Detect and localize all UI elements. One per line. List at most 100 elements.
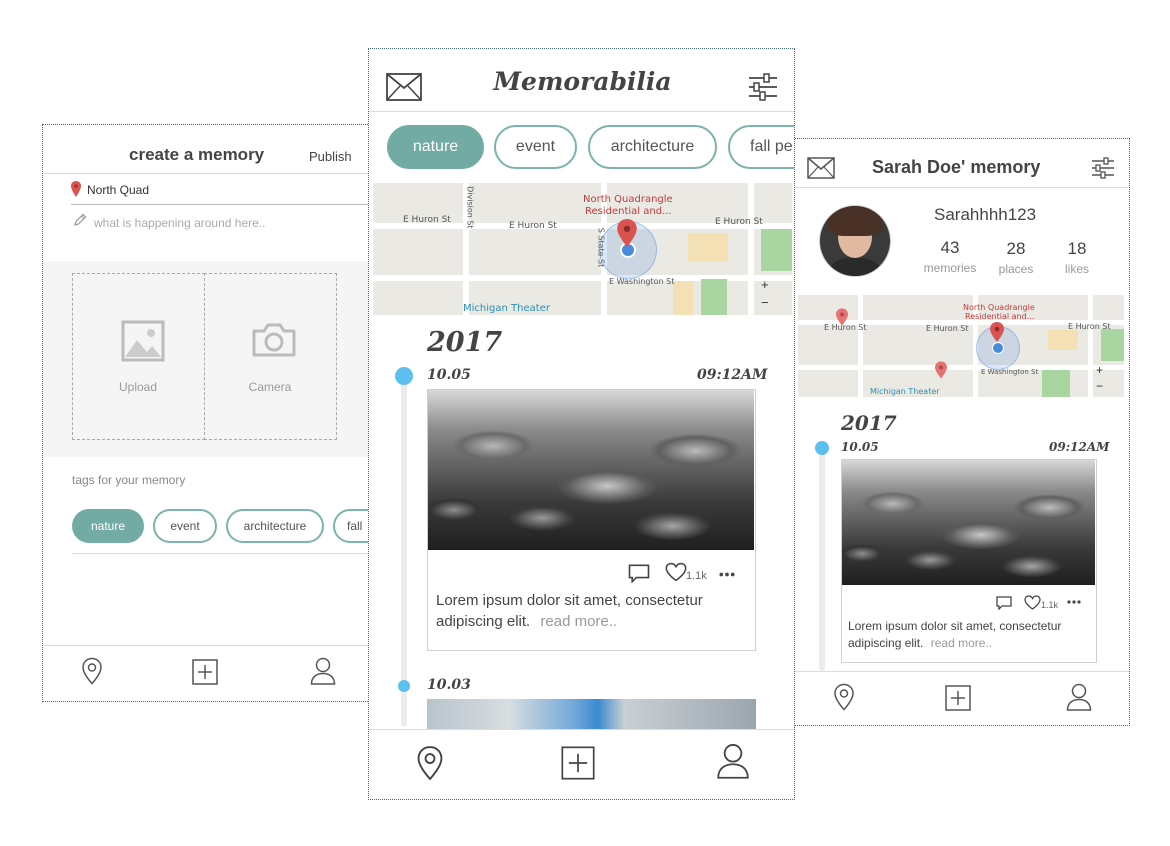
map-pin-icon[interactable] bbox=[81, 657, 103, 685]
upload-button[interactable]: Upload bbox=[72, 273, 205, 440]
add-icon[interactable] bbox=[192, 659, 218, 685]
tag-nature[interactable]: nature bbox=[387, 125, 484, 169]
app-title: Memorabilia bbox=[493, 67, 672, 96]
timeline-dot bbox=[395, 367, 413, 385]
tag-event[interactable]: event bbox=[494, 125, 577, 169]
map-poi-line1: North Quadrangle bbox=[963, 303, 1035, 312]
location-field[interactable]: North Quad bbox=[87, 183, 149, 197]
map-street-label: E Washington St bbox=[981, 368, 1039, 376]
timeline-line bbox=[819, 445, 825, 671]
page-title: Sarah Doe' memory bbox=[872, 157, 1041, 177]
header-divider bbox=[794, 187, 1129, 188]
map-poi-line2: Residential and... bbox=[585, 206, 672, 217]
read-more-link[interactable]: read more.. bbox=[931, 636, 992, 650]
create-memory-screen: create a memory Publish North Quad what … bbox=[42, 124, 370, 702]
map-street-label: E Huron St bbox=[926, 324, 969, 333]
stat-memories-value: 43 bbox=[940, 238, 960, 257]
heart-icon[interactable] bbox=[1024, 595, 1041, 610]
post-date: 10.05 bbox=[427, 367, 471, 383]
tag-nature[interactable]: nature bbox=[72, 509, 144, 543]
map-view[interactable]: E Huron St E Huron St E Huron St E Washi… bbox=[798, 295, 1124, 397]
year-heading: 2017 bbox=[841, 411, 897, 435]
memory-card[interactable]: 1.1k Lorem ipsum dolor sit amet, consect… bbox=[427, 389, 756, 651]
tags-divider bbox=[72, 553, 369, 554]
stat-likes-value: 18 bbox=[1067, 239, 1087, 258]
tag-fall[interactable]: fall bbox=[333, 509, 369, 543]
camera-label: Camera bbox=[248, 380, 292, 394]
add-icon[interactable] bbox=[561, 746, 595, 780]
memory-card[interactable]: 1.1k Lorem ipsum dolor sit amet, consect… bbox=[841, 459, 1097, 663]
memory-photo bbox=[427, 699, 756, 729]
zoom-in-button[interactable]: + bbox=[1096, 363, 1103, 377]
comment-icon[interactable] bbox=[996, 596, 1012, 610]
post-date: 10.03 bbox=[427, 677, 471, 693]
zoom-out-button[interactable]: − bbox=[1096, 379, 1103, 393]
image-icon bbox=[121, 320, 165, 362]
memory-photo bbox=[428, 390, 754, 550]
post-text: Lorem ipsum dolor sit amet, consectetur … bbox=[848, 618, 1092, 652]
description-input[interactable]: what is happening around here.. bbox=[94, 216, 265, 230]
sliders-icon[interactable] bbox=[749, 73, 777, 101]
post-time: 09:12AM bbox=[697, 367, 768, 383]
map-view[interactable]: E Huron St E Huron St E Huron St E Washi… bbox=[373, 183, 792, 315]
map-street-label: E Washington St bbox=[609, 277, 675, 286]
map-pin-icon[interactable] bbox=[617, 219, 637, 247]
post-date: 10.05 bbox=[841, 440, 879, 454]
map-street-label: E Huron St bbox=[1068, 322, 1111, 331]
camera-button[interactable]: Camera bbox=[204, 273, 337, 440]
location-divider bbox=[71, 204, 369, 205]
pencil-icon bbox=[73, 213, 87, 227]
year-heading: 2017 bbox=[427, 327, 503, 358]
map-street-label: Michigan Theater bbox=[463, 303, 550, 314]
tag-event[interactable]: event bbox=[153, 509, 217, 543]
nav-divider bbox=[43, 645, 369, 646]
likes-count: 1.1k bbox=[686, 570, 707, 582]
map-poi-line1: North Quadrangle bbox=[583, 194, 673, 205]
tag-fall[interactable]: fall pe bbox=[728, 125, 794, 169]
map-pin-icon[interactable] bbox=[935, 361, 947, 379]
heart-icon[interactable] bbox=[665, 562, 687, 582]
profile-icon[interactable] bbox=[310, 657, 336, 685]
current-location-dot bbox=[992, 342, 1004, 354]
profile-icon[interactable] bbox=[716, 743, 750, 779]
post-text: Lorem ipsum dolor sit amet, consectetur … bbox=[436, 590, 748, 632]
add-icon[interactable] bbox=[945, 685, 971, 711]
sliders-icon[interactable] bbox=[1092, 157, 1114, 179]
tag-architecture[interactable]: architecture bbox=[226, 509, 324, 543]
timeline-dot bbox=[815, 441, 829, 455]
camera-icon bbox=[251, 322, 297, 358]
map-pin-icon[interactable] bbox=[416, 745, 444, 781]
comment-icon[interactable] bbox=[628, 564, 650, 583]
more-icon[interactable] bbox=[719, 572, 735, 577]
stat-places-label: places bbox=[998, 262, 1034, 276]
post-time: 09:12AM bbox=[1049, 440, 1110, 454]
profile-icon[interactable] bbox=[1066, 683, 1092, 711]
map-street-label: E Huron St bbox=[715, 217, 763, 227]
publish-button[interactable]: Publish bbox=[309, 149, 352, 164]
more-icon[interactable] bbox=[1067, 600, 1081, 604]
map-street-label: S Division St bbox=[465, 183, 475, 229]
memory-photo bbox=[842, 460, 1095, 585]
read-more-link[interactable]: read more.. bbox=[540, 613, 617, 630]
stat-places-value: 28 bbox=[1006, 239, 1026, 258]
zoom-out-button[interactable]: − bbox=[761, 295, 769, 310]
header-divider bbox=[43, 173, 369, 174]
mail-icon[interactable] bbox=[807, 157, 835, 179]
map-poi-line2: Residential and... bbox=[965, 312, 1035, 321]
memorabilia-feed-screen: Memorabilia nature event architecture fa… bbox=[368, 48, 795, 800]
likes-count: 1.1k bbox=[1041, 600, 1059, 610]
profile-screen: Sarah Doe' memory Sarahhhh123 43 memorie… bbox=[793, 138, 1130, 726]
nav-divider bbox=[794, 671, 1129, 672]
page-title: create a memory bbox=[129, 145, 265, 164]
map-pin-icon bbox=[71, 181, 81, 197]
map-pin-icon[interactable] bbox=[836, 308, 848, 326]
timeline-line bbox=[401, 375, 407, 727]
stat-likes-label: likes bbox=[1064, 262, 1089, 276]
upload-label: Upload bbox=[118, 380, 158, 394]
tag-architecture[interactable]: architecture bbox=[588, 125, 717, 169]
zoom-in-button[interactable]: + bbox=[761, 277, 769, 292]
username: Sarahhhh123 bbox=[934, 205, 1037, 224]
map-pin-icon[interactable] bbox=[990, 322, 1004, 342]
map-street-label: Michigan Theater bbox=[870, 387, 940, 396]
map-pin-icon[interactable] bbox=[833, 683, 855, 711]
